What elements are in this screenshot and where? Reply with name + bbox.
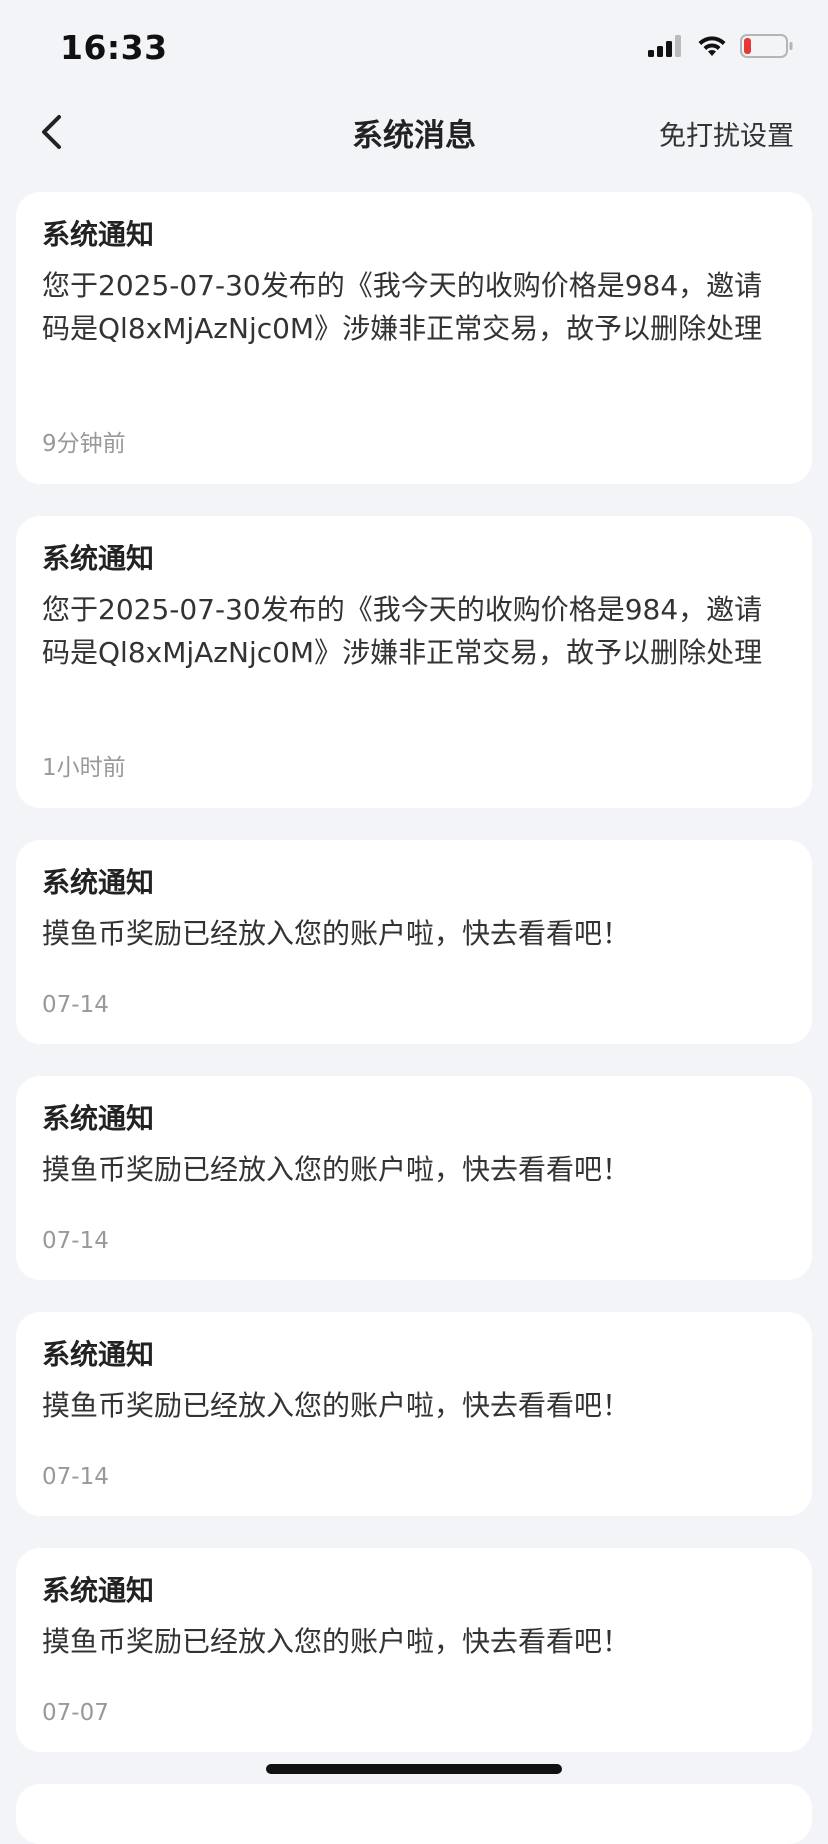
message-title: 系统通知 <box>42 866 155 899</box>
do-not-disturb-settings-button[interactable]: 免打扰设置 <box>659 114 794 153</box>
status-time: 16:33 <box>60 28 168 67</box>
message-title: 系统通知 <box>42 1102 155 1135</box>
message-list: 系统通知 您于2025-07-30发布的《我今天的收购价格是984，邀请码是Ql… <box>16 192 812 1844</box>
status-bar: 16:33 <box>0 0 828 96</box>
message-body: 您于2025-07-30发布的《我今天的收购价格是984，邀请码是Ql8xMjA… <box>42 593 763 669</box>
message-title: 系统通知 <box>42 1338 155 1371</box>
message-time: 07-07 <box>42 1700 109 1726</box>
message-card[interactable]: 系统通知 您于2025-07-30发布的《我今天的收购价格是984，邀请码是Ql… <box>16 516 812 808</box>
message-card[interactable]: 系统通知 您于2025-07-30发布的《我今天的收购价格是984，邀请码是Ql… <box>16 192 812 484</box>
message-title: 系统通知 <box>42 542 155 575</box>
message-body: 您于2025-07-30发布的《我今天的收购价格是984，邀请码是Ql8xMjA… <box>42 269 763 345</box>
message-card[interactable]: 系统通知 摸鱼币奖励已经放入您的账户啦，快去看看吧！ 07-14 <box>16 840 812 1044</box>
home-indicator[interactable] <box>266 1764 562 1774</box>
status-icons <box>648 34 794 58</box>
message-body: 摸鱼币奖励已经放入您的账户啦，快去看看吧！ <box>42 1153 631 1186</box>
signal-icon <box>648 35 681 57</box>
message-body: 摸鱼币奖励已经放入您的账户啦，快去看看吧！ <box>42 1389 631 1422</box>
message-time: 07-14 <box>42 1464 109 1490</box>
message-time: 1小时前 <box>42 755 126 781</box>
message-title: 系统通知 <box>42 1574 155 1607</box>
nav-bar: 系统消息 免打扰设置 <box>0 96 828 168</box>
wifi-icon <box>698 36 726 56</box>
message-card[interactable]: 系统通知 摸鱼币奖励已经放入您的账户啦，快去看看吧！ 07-07 <box>16 1548 812 1752</box>
message-time: 07-14 <box>42 1228 109 1254</box>
message-body: 摸鱼币奖励已经放入您的账户啦，快去看看吧！ <box>42 1625 631 1658</box>
message-body: 摸鱼币奖励已经放入您的账户啦，快去看看吧！ <box>42 917 631 950</box>
battery-low-icon <box>740 34 793 58</box>
message-time: 9分钟前 <box>42 431 126 457</box>
message-card[interactable]: 系统通知 摸鱼币奖励已经放入您的账户啦，快去看看吧！ 07-14 <box>16 1076 812 1280</box>
message-title: 系统通知 <box>42 218 155 251</box>
message-card[interactable]: 系统通知 摸鱼币奖励已经放入您的账户啦，快去看看吧！ 07-14 <box>16 1312 812 1516</box>
message-time: 07-14 <box>42 992 109 1018</box>
message-card-partial[interactable] <box>16 1784 812 1844</box>
